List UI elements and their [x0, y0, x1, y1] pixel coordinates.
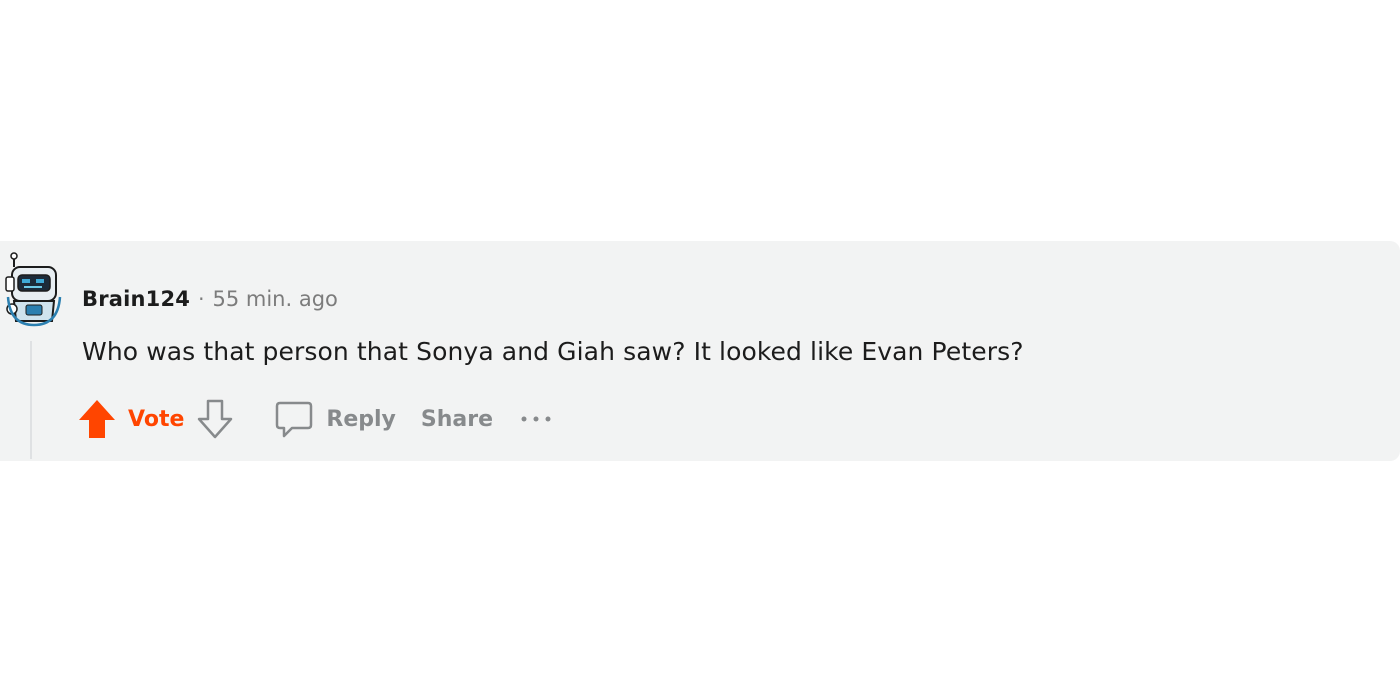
- user-avatar[interactable]: [0, 251, 64, 327]
- page: Brain124 · 55 min. ago Who was that pers…: [0, 0, 1400, 700]
- upvote-arrow-icon[interactable]: [78, 399, 116, 439]
- comment-timestamp[interactable]: 55 min. ago: [212, 287, 337, 311]
- thread-line[interactable]: [30, 341, 32, 459]
- comment-author[interactable]: Brain124: [82, 287, 190, 311]
- downvote-arrow-icon[interactable]: [196, 399, 234, 439]
- comment-meta: Brain124 · 55 min. ago: [82, 285, 338, 313]
- speech-bubble-icon: [276, 401, 313, 438]
- reply-button[interactable]: Reply: [274, 399, 396, 439]
- reply-label: Reply: [326, 406, 396, 432]
- robot-avatar-icon: [5, 252, 62, 327]
- share-button[interactable]: Share: [421, 407, 493, 432]
- ellipsis-icon[interactable]: [519, 409, 555, 429]
- comment-card: Brain124 · 55 min. ago Who was that pers…: [0, 241, 1400, 461]
- meta-separator: ·: [198, 287, 205, 311]
- comment-actions: Vote Reply Share: [78, 399, 555, 439]
- vote-count: Vote: [128, 406, 185, 432]
- comment-body: Who was that person that Sonya and Giah …: [82, 337, 1024, 366]
